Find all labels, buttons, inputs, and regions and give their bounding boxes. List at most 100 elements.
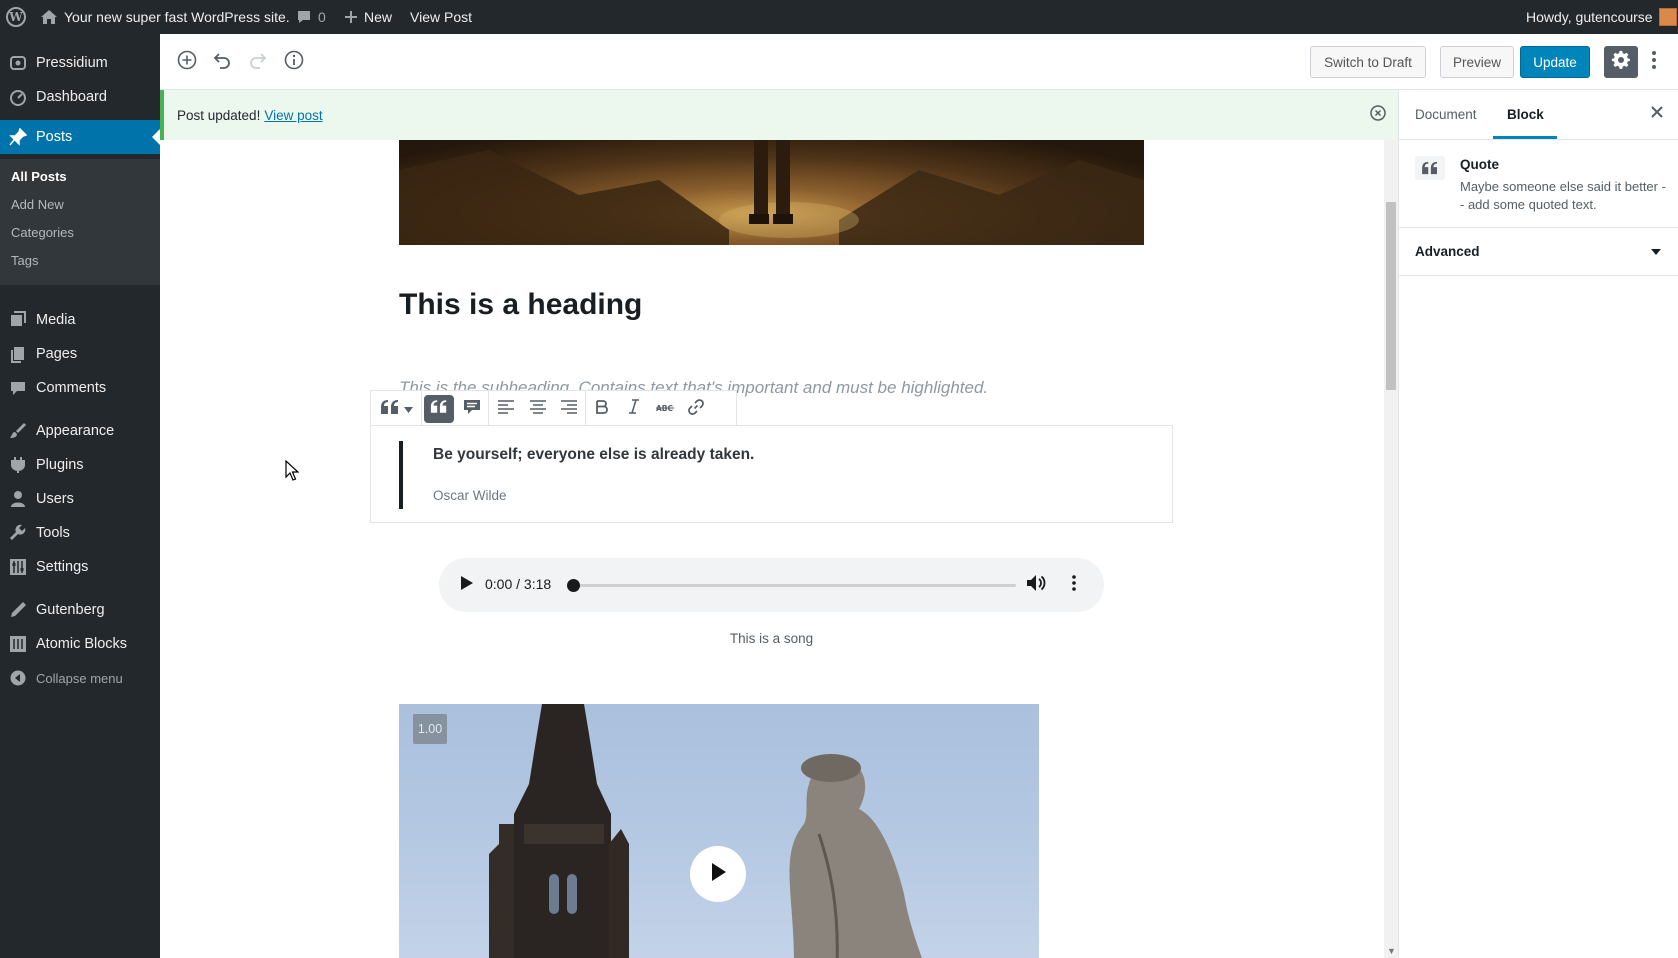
quote-citation[interactable]: Oscar Wilde (433, 488, 507, 503)
atomic-blocks-icon (8, 634, 28, 654)
view-post-link[interactable]: View Post (410, 0, 472, 34)
style-large-quote-button[interactable] (456, 391, 488, 427)
style-default-quote-button[interactable] (424, 395, 454, 423)
add-block-button[interactable] (172, 47, 202, 77)
user-icon (8, 489, 28, 509)
menu-item-media[interactable]: Media (0, 303, 160, 337)
collapse-menu-button[interactable]: Collapse menu (0, 661, 160, 695)
hero-image[interactable] (399, 140, 1144, 245)
menu-item-comments[interactable]: Comments (0, 371, 160, 405)
more-tools-button[interactable] (1644, 47, 1664, 77)
strikethrough-button[interactable]: ABC (649, 391, 680, 427)
menu-item-appearance[interactable]: Appearance (0, 414, 160, 448)
plus-circle-icon (177, 50, 197, 75)
quote-icon (1415, 156, 1445, 180)
menu-item-gutenberg[interactable]: Gutenberg (0, 593, 160, 627)
align-center-button[interactable] (522, 391, 553, 427)
audio-progress-track[interactable] (575, 584, 1016, 587)
menu-item-posts[interactable]: Posts (0, 120, 160, 154)
play-icon (710, 862, 726, 886)
submenu-all-posts[interactable]: All Posts (11, 169, 67, 184)
menu-label: Users (36, 491, 74, 507)
video-block[interactable]: 1.00 (399, 704, 1039, 958)
align-right-button[interactable] (553, 391, 585, 427)
close-sidebar-button[interactable] (1647, 104, 1667, 124)
view-post-link[interactable]: View post (264, 108, 322, 123)
comments-icon (8, 378, 28, 398)
audio-progress-thumb[interactable] (567, 579, 580, 592)
video-speed-badge[interactable]: 1.00 (413, 714, 447, 744)
notice-text: Post updated! (177, 107, 261, 123)
admin-menu: Pressidium Dashboard Posts All Posts Add… (0, 34, 160, 958)
link-button[interactable] (680, 391, 712, 427)
update-button[interactable]: Update (1520, 46, 1590, 78)
block-toolbar: ABC (370, 390, 737, 428)
block-description: Maybe someone else said it better -- add… (1460, 179, 1666, 212)
quote-style-icon (430, 399, 448, 419)
audio-play-button[interactable] (457, 575, 477, 595)
site-name-link[interactable]: Your new super fast WordPress site. (40, 0, 290, 34)
editor-scrollbar[interactable]: ▼ (1384, 140, 1398, 958)
quote-icon (380, 399, 400, 420)
audio-player: 0:00 / 3:18 (439, 558, 1104, 612)
settings-sidebar: Document Block Quote Maybe someone else … (1398, 90, 1678, 958)
content-structure-button[interactable] (279, 47, 309, 77)
tab-block[interactable]: Block (1507, 107, 1544, 122)
media-icon (8, 310, 28, 330)
menu-item-tools[interactable]: Tools (0, 516, 160, 550)
block-switcher-button[interactable] (371, 391, 421, 427)
video-play-button[interactable] (690, 846, 746, 902)
undo-button[interactable] (207, 47, 237, 77)
mouse-cursor-icon (285, 459, 300, 482)
new-content-link[interactable]: New (344, 0, 392, 34)
quote-block[interactable]: Be yourself; everyone else is already ta… (370, 425, 1173, 523)
menu-item-plugins[interactable]: Plugins (0, 448, 160, 482)
submenu-categories[interactable]: Categories (11, 225, 74, 240)
comments-link[interactable]: 0 (296, 0, 326, 34)
post-heading[interactable]: This is a heading (399, 288, 642, 322)
account-menu[interactable]: Howdy, gutencourse (1526, 0, 1677, 34)
submenu-tags[interactable]: Tags (11, 253, 38, 268)
menu-item-atomic-blocks[interactable]: Atomic Blocks (0, 627, 160, 661)
italic-button[interactable] (618, 391, 649, 427)
settings-toggle-button[interactable] (1604, 46, 1638, 78)
undo-icon (212, 50, 232, 75)
menu-item-users[interactable]: Users (0, 482, 160, 516)
align-left-button[interactable] (489, 391, 522, 427)
switch-to-draft-button[interactable]: Switch to Draft (1310, 46, 1426, 78)
scrollbar-thumb[interactable] (1386, 202, 1396, 390)
align-right-icon (561, 399, 577, 419)
chevron-down-icon (403, 400, 413, 418)
bold-icon (596, 399, 608, 419)
menu-label: Dashboard (36, 89, 107, 105)
menu-item-settings[interactable]: Settings (0, 550, 160, 584)
new-label: New (364, 9, 393, 25)
bold-button[interactable] (586, 391, 618, 427)
gear-icon (1611, 50, 1631, 75)
plus-icon (344, 10, 358, 24)
preview-button[interactable]: Preview (1440, 46, 1514, 78)
menu-label: Collapse menu (36, 670, 123, 686)
quote-text[interactable]: Be yourself; everyone else is already ta… (433, 446, 754, 464)
view-post-label: View Post (410, 9, 472, 25)
redo-button[interactable] (243, 47, 273, 77)
advanced-panel-toggle[interactable]: Advanced (1399, 228, 1678, 276)
menu-label: Pressidium (36, 55, 108, 71)
menu-label: Media (36, 312, 76, 328)
submenu-add-new[interactable]: Add New (11, 197, 64, 212)
wordpress-logo-icon[interactable]: W (6, 0, 26, 34)
scroll-down-arrow-icon[interactable]: ▼ (1387, 946, 1396, 956)
speech-bubble-icon (463, 398, 481, 421)
quote-border (399, 441, 403, 509)
dismiss-notice-icon[interactable] (1370, 105, 1386, 121)
menu-item-dashboard[interactable]: Dashboard (0, 80, 160, 114)
menu-item-pressidium[interactable]: Pressidium (0, 46, 160, 80)
post-updated-notice: Post updated! View post (160, 90, 1398, 140)
strikethrough-icon: ABC (655, 400, 674, 418)
audio-mute-button[interactable] (1024, 573, 1048, 597)
menu-item-pages[interactable]: Pages (0, 337, 160, 371)
comment-bubble-icon (296, 9, 312, 25)
audio-options-button[interactable] (1067, 573, 1081, 597)
audio-caption[interactable]: This is a song (399, 631, 1144, 646)
tab-document[interactable]: Document (1415, 107, 1477, 122)
